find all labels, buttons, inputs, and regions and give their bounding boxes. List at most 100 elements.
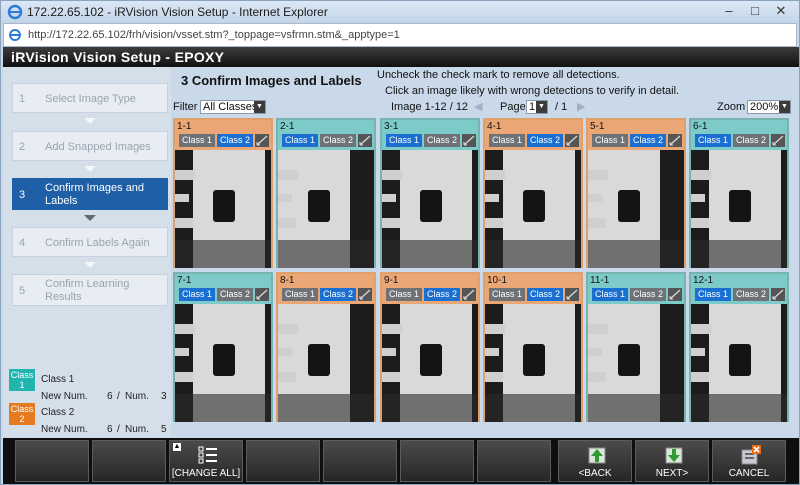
part-image[interactable]: [691, 304, 787, 422]
part-image[interactable]: [691, 150, 787, 268]
instruction-line-2: Click an image likely with wrong detecti…: [385, 85, 680, 97]
step-3[interactable]: 3 Confirm Images and Labels: [12, 178, 168, 210]
class-2-toggle[interactable]: Class 2: [320, 288, 356, 301]
next-button[interactable]: NEXT>: [635, 440, 709, 482]
part-image[interactable]: [382, 304, 478, 422]
edit-icon[interactable]: [358, 288, 372, 301]
tile-header: 5-1 Class 1 Class 2: [588, 120, 684, 150]
address-bar[interactable]: http://172.22.65.102/frh/vision/vsset.st…: [3, 23, 797, 47]
class-2-toggle[interactable]: Class 2: [527, 288, 563, 301]
image-tile[interactable]: 9-1 Class 1 Class 2: [380, 272, 480, 422]
filter-select[interactable]: All Classes ▼: [200, 100, 266, 114]
class-1-toggle[interactable]: Class 1: [489, 288, 525, 301]
edit-icon[interactable]: [358, 134, 372, 147]
image-tile[interactable]: 5-1 Class 1 Class 2: [586, 118, 686, 268]
fkey-2-empty: [92, 440, 166, 482]
class-2-toggle[interactable]: Class 2: [733, 288, 769, 301]
class-1-toggle[interactable]: Class 1: [695, 288, 731, 301]
step-5[interactable]: 5 Confirm Learning Results: [12, 274, 168, 306]
step-arrow-icon: [84, 118, 96, 124]
page-select[interactable]: 1 ▼: [526, 100, 548, 114]
edit-icon[interactable]: [462, 134, 476, 147]
class-1-toggle[interactable]: Class 1: [282, 288, 318, 301]
class-1-toggle[interactable]: Class 1: [386, 134, 422, 147]
part-image[interactable]: [382, 150, 478, 268]
class-2-toggle[interactable]: Class 2: [320, 134, 356, 147]
chevron-down-icon: ▼: [536, 101, 547, 113]
tile-id: 5-1: [590, 121, 605, 132]
class-2-toggle[interactable]: Class 2: [733, 134, 769, 147]
class-1-toggle[interactable]: Class 1: [282, 134, 318, 147]
class-1-toggle[interactable]: Class 1: [489, 134, 525, 147]
address-url[interactable]: http://172.22.65.102/frh/vision/vsset.st…: [28, 29, 400, 41]
class-2-toggle[interactable]: Class 2: [217, 134, 253, 147]
part-image[interactable]: [175, 304, 271, 422]
step-number: 1: [19, 93, 26, 105]
edit-icon[interactable]: [668, 288, 682, 301]
edit-icon[interactable]: [565, 134, 579, 147]
class-2-toggle[interactable]: Class 2: [630, 134, 666, 147]
image-tile[interactable]: 12-1 Class 1 Class 2: [689, 272, 789, 422]
edit-icon[interactable]: [462, 288, 476, 301]
image-tile[interactable]: 8-1 Class 1 Class 2: [276, 272, 376, 422]
step-1[interactable]: 1 Select Image Type: [12, 83, 168, 113]
cancel-button[interactable]: CANCEL: [712, 440, 786, 482]
image-tile[interactable]: 10-1 Class 1 Class 2: [483, 272, 583, 422]
class-1-toggle[interactable]: Class 1: [386, 288, 422, 301]
part-image[interactable]: [485, 150, 581, 268]
class-2-new-num: 6: [107, 424, 113, 435]
edit-icon[interactable]: [255, 288, 269, 301]
step-label: Confirm Labels Again: [45, 237, 150, 249]
part-image[interactable]: [588, 150, 684, 268]
next-label: NEXT>: [655, 468, 689, 479]
fkey-7-empty: [477, 440, 551, 482]
class-1-toggle[interactable]: Class 1: [179, 288, 215, 301]
back-label: <BACK: [578, 468, 612, 479]
edit-icon[interactable]: [255, 134, 269, 147]
image-tile[interactable]: 1-1 Class 1 Class 2: [173, 118, 273, 268]
minimize-button[interactable]: –: [717, 2, 741, 20]
class-1-toggle[interactable]: Class 1: [695, 134, 731, 147]
part-image[interactable]: [278, 150, 374, 268]
image-tile[interactable]: 6-1 Class 1 Class 2: [689, 118, 789, 268]
image-tile[interactable]: 2-1 Class 1 Class 2: [276, 118, 376, 268]
edit-icon[interactable]: [771, 134, 785, 147]
change-all-button[interactable]: ▲ [CHANGE ALL]: [169, 440, 243, 482]
next-page-icon[interactable]: ▶: [577, 100, 585, 113]
image-tile[interactable]: 7-1 Class 1 Class 2: [173, 272, 273, 422]
class-2-toggle[interactable]: Class 2: [630, 288, 666, 301]
zoom-select[interactable]: 200% ▼: [747, 100, 791, 114]
class-2-toggle[interactable]: Class 2: [424, 288, 460, 301]
back-button[interactable]: <BACK: [558, 440, 632, 482]
class-2-toggle[interactable]: Class 2: [527, 134, 563, 147]
edit-icon[interactable]: [565, 288, 579, 301]
class-1-toggle[interactable]: Class 1: [592, 134, 628, 147]
close-button[interactable]: ✕: [769, 2, 793, 20]
tile-header: 9-1 Class 1 Class 2: [382, 274, 478, 304]
step-arrow-icon: [84, 166, 96, 172]
part-image[interactable]: [278, 304, 374, 422]
image-tile[interactable]: 4-1 Class 1 Class 2: [483, 118, 583, 268]
step-arrow-icon: [84, 215, 96, 221]
step-2[interactable]: 2 Add Snapped Images: [12, 131, 168, 161]
class-1-toggle[interactable]: Class 1: [179, 134, 215, 147]
part-image[interactable]: [485, 304, 581, 422]
prev-page-icon[interactable]: ◀: [474, 100, 482, 113]
part-image[interactable]: [588, 304, 684, 422]
class-1-toggle[interactable]: Class 1: [592, 288, 628, 301]
step-4[interactable]: 4 Confirm Labels Again: [12, 227, 168, 257]
class-2-toggle[interactable]: Class 2: [217, 288, 253, 301]
internet-explorer-icon: [7, 4, 23, 20]
app-header: iRVision Vision Setup - EPOXY: [3, 47, 799, 67]
part-image[interactable]: [175, 150, 271, 268]
edit-icon[interactable]: [771, 288, 785, 301]
edit-icon[interactable]: [668, 134, 682, 147]
image-tile[interactable]: 11-1 Class 1 Class 2: [586, 272, 686, 422]
class-2-toggle[interactable]: Class 2: [424, 134, 460, 147]
fkey-5-empty: [323, 440, 397, 482]
page-heading: 3 Confirm Images and Labels: [181, 73, 362, 88]
image-tile[interactable]: 3-1 Class 1 Class 2: [380, 118, 480, 268]
tile-id: 9-1: [384, 275, 399, 286]
class-1-num-label: Num.: [125, 391, 149, 402]
maximize-button[interactable]: □: [743, 2, 767, 20]
